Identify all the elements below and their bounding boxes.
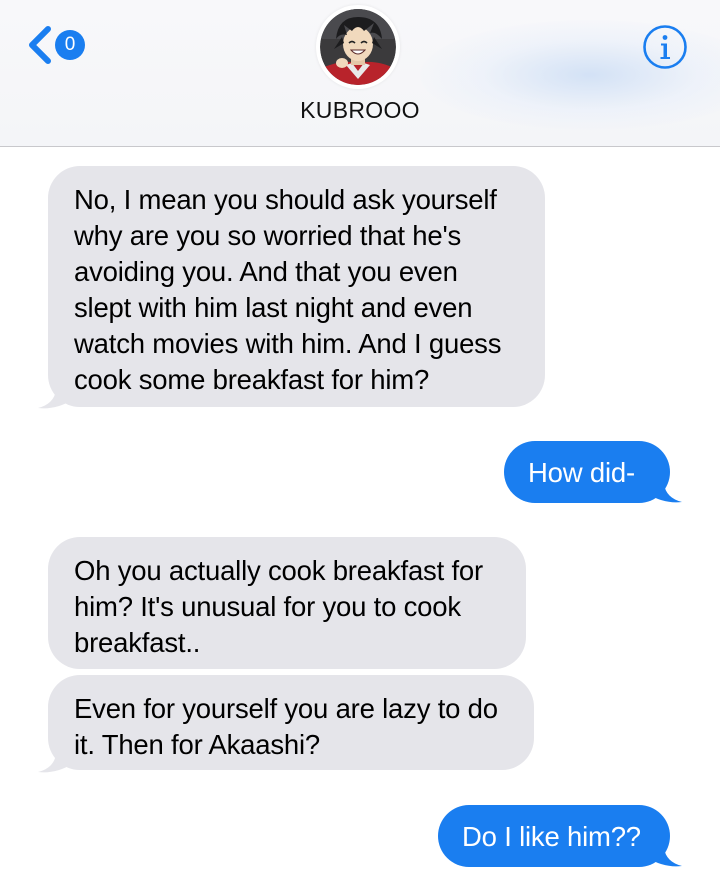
- message-bubble-incoming[interactable]: No, I mean you should ask yourself why a…: [48, 166, 545, 407]
- imessage-screen: 0 KUBROOO No, I mean you should ask your…: [0, 0, 720, 877]
- info-icon[interactable]: [642, 24, 688, 70]
- back-button[interactable]: 0: [24, 22, 94, 68]
- message-bubble-incoming[interactable]: Even for yourself you are lazy to do it.…: [48, 675, 534, 770]
- chevron-left-icon: [29, 26, 51, 64]
- message-bubble-outgoing[interactable]: How did-: [504, 441, 670, 503]
- avatar: [320, 9, 396, 85]
- conversation-header: 0 KUBROOO: [0, 0, 720, 147]
- unread-count-badge: 0: [55, 30, 85, 60]
- message-bubble-outgoing[interactable]: Do I like him??: [438, 805, 670, 867]
- contact-avatar-button[interactable]: [316, 5, 400, 89]
- message-bubble-incoming[interactable]: Oh you actually cook breakfast for him? …: [48, 537, 526, 669]
- contact-name[interactable]: KUBROOO: [0, 97, 720, 124]
